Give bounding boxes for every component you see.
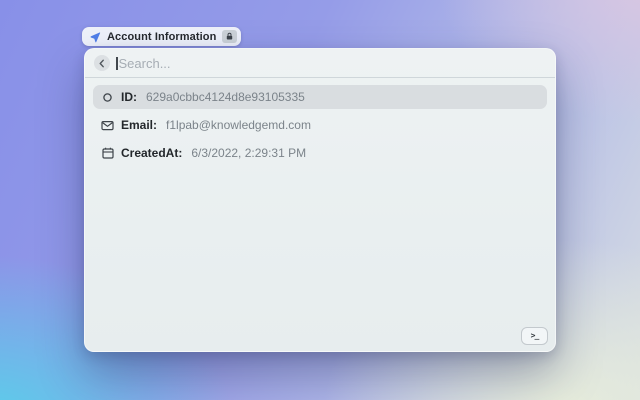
desktop-background: Account Information Search... [0,0,640,400]
search-bar: Search... [85,49,555,78]
row-value: 6/3/2022, 2:29:31 PM [191,146,306,160]
terminal-button[interactable]: >_ [521,327,548,345]
command-badge[interactable]: Account Information [82,27,241,46]
row-value: f1lpab@knowledgemd.com [166,118,311,132]
list-item-email[interactable]: Email: f1lpab@knowledgemd.com [93,113,547,137]
list-item-createdat[interactable]: CreatedAt: 6/3/2022, 2:29:31 PM [93,141,547,165]
paper-plane-icon [89,31,101,43]
command-badge-label: Account Information [107,31,216,43]
row-value: 629a0cbbc4124d8e93105335 [146,90,305,104]
app-window: Search... ID: 629a0cbbc4124d8e93105335 [84,48,556,352]
result-list: ID: 629a0cbbc4124d8e93105335 Email: f1lp… [85,78,555,165]
circle-icon [101,92,114,103]
search-input[interactable]: Search... [116,56,545,71]
text-caret [116,57,118,70]
back-button[interactable] [94,55,110,71]
row-label: Email: [121,118,157,132]
lock-icon [222,30,237,43]
envelope-icon [101,120,114,131]
row-label: CreatedAt: [121,146,182,160]
calendar-icon [101,147,114,159]
list-item-id[interactable]: ID: 629a0cbbc4124d8e93105335 [93,85,547,109]
search-placeholder: Search... [119,56,171,71]
row-label: ID: [121,90,137,104]
terminal-prompt-glyph: >_ [531,332,539,340]
